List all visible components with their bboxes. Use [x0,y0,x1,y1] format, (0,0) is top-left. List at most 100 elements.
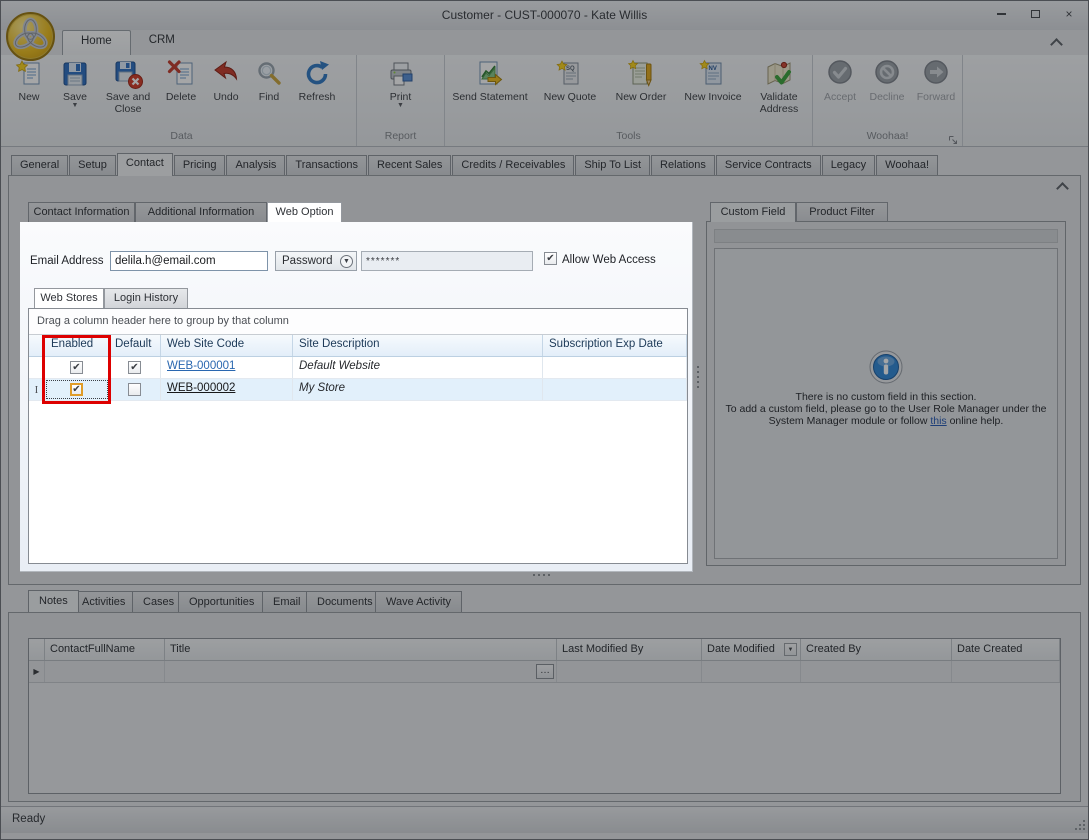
new-invoice-button[interactable]: NV New Invoice [677,58,749,131]
tab-notes[interactable]: Notes [28,590,79,612]
minimize-button[interactable] [994,8,1008,20]
enabled-cell-focused[interactable]: ✔ [45,379,109,400]
tab-ship-to-list[interactable]: Ship To List [575,155,651,176]
new-button[interactable]: New [7,58,51,131]
dialog-launcher-button[interactable] [948,133,959,144]
enabled-checkbox-focused[interactable]: ✔ [70,383,83,396]
save-button[interactable]: Save ▼ [51,58,99,131]
column-header-default[interactable]: Default [109,335,161,356]
forward-button[interactable]: Forward [911,58,961,131]
tab-service-contracts[interactable]: Service Contracts [715,155,821,176]
tab-product-filter[interactable]: Product Filter [796,202,888,222]
tab-contact-information[interactable]: Contact Information [28,202,135,222]
column-header-date-created[interactable]: Date Created [952,639,1060,660]
decline-button[interactable]: Decline [863,58,911,131]
new-order-button[interactable]: New Order [605,58,677,131]
tab-pricing[interactable]: Pricing [173,155,226,176]
tab-opportunities[interactable]: Opportunities [178,591,266,612]
app-logo[interactable] [6,12,55,61]
sort-dropdown-button[interactable]: ▼ [784,643,797,656]
delete-button[interactable]: Delete [157,58,205,131]
column-header-last-modified-by[interactable]: Last Modified By [557,639,702,660]
find-button[interactable]: Find [247,58,291,131]
column-header-web-site-code[interactable]: Web Site Code [161,335,293,356]
tab-web-stores[interactable]: Web Stores [34,288,104,308]
column-header-subscription-exp-date[interactable]: Subscription Exp Date [543,335,687,356]
web-stores-grid: Drag a column header here to group by th… [28,308,688,564]
print-dropdown-arrow[interactable]: ▼ [397,102,404,109]
validate-address-button[interactable]: Validate Address [749,58,809,131]
vertical-splitter[interactable] [697,366,699,388]
tab-analysis[interactable]: Analysis [226,155,286,176]
table-row[interactable]: ✔ ✔ WEB-000001 Default Website [29,357,687,379]
enabled-cell[interactable]: ✔ [45,357,109,378]
panel-collapse-button[interactable] [1056,182,1069,195]
password-input[interactable]: ******* [361,251,533,271]
column-header-site-description[interactable]: Site Description [293,335,543,356]
new-label: New [18,91,40,103]
default-checkbox[interactable] [128,383,141,396]
contactfullname-cell[interactable] [45,661,165,682]
ribbon-collapse-button[interactable] [1050,38,1063,51]
send-statement-button[interactable]: Send Statement [445,58,535,131]
send-statement-label: Send Statement [452,91,528,103]
save-dropdown-arrow[interactable]: ▼ [72,102,79,109]
date-modified-cell[interactable] [702,661,801,682]
close-button[interactable]: × [1062,7,1076,21]
default-cell[interactable] [109,379,161,400]
tab-woohaa[interactable]: Woohaa! [876,155,938,176]
restore-button[interactable] [1028,8,1042,20]
tab-activities[interactable]: Activities [71,591,137,612]
column-header-enabled[interactable]: Enabled [45,335,109,356]
tab-general[interactable]: General [11,155,69,176]
tab-contact[interactable]: Contact [116,153,173,176]
tab-legacy[interactable]: Legacy [821,155,876,176]
undo-button[interactable]: Undo [205,58,247,131]
created-by-cell[interactable] [801,661,952,682]
column-header-created-by[interactable]: Created By [801,639,952,660]
tab-recent-sales[interactable]: Recent Sales [367,155,452,176]
default-checkbox[interactable]: ✔ [128,361,141,374]
enabled-checkbox[interactable]: ✔ [70,361,83,374]
delete-icon [166,59,196,91]
tab-web-option[interactable]: Web Option [267,202,342,222]
accept-button[interactable]: Accept [817,58,863,131]
tab-setup[interactable]: Setup [69,155,116,176]
tab-email[interactable]: Email [262,591,312,612]
tab-credits-receivables[interactable]: Credits / Receivables [452,155,575,176]
last-modified-by-cell[interactable] [557,661,702,682]
print-button[interactable]: Print ▼ [376,58,426,131]
date-created-cell[interactable] [952,661,1060,682]
password-type-dropdown[interactable]: Password ▼ [275,251,357,271]
tab-transactions[interactable]: Transactions [286,155,367,176]
table-row-selected[interactable]: I ✔ WEB-000002 My Store [29,379,687,401]
tab-documents[interactable]: Documents [306,591,384,612]
tab-additional-information[interactable]: Additional Information [135,202,267,222]
dot [697,386,699,388]
tab-wave-activity[interactable]: Wave Activity [375,591,462,612]
ribbon-tab-home[interactable]: Home [62,30,131,55]
new-quote-button[interactable]: SQ New Quote [535,58,605,131]
horizontal-splitter[interactable] [533,574,550,576]
ellipsis-button[interactable]: … [536,664,554,679]
tab-custom-field[interactable]: Custom Field [710,202,796,222]
save-and-close-button[interactable]: Save and Close [99,58,157,131]
tab-relations[interactable]: Relations [651,155,715,176]
email-address-input[interactable] [110,251,268,271]
tab-login-history[interactable]: Login History [104,288,188,308]
resize-grip[interactable] [1074,819,1085,830]
new-order-icon [626,59,656,91]
group-by-bar[interactable]: Drag a column header here to group by th… [29,309,687,335]
column-header-title[interactable]: Title [165,639,557,660]
default-cell[interactable]: ✔ [109,357,161,378]
notes-empty-row[interactable]: ▶ … [29,661,1060,683]
web-site-code-link[interactable]: WEB-000001 [167,360,235,372]
allow-web-access-checkbox[interactable]: ✔ [544,252,557,265]
refresh-button[interactable]: Refresh [291,58,343,131]
online-help-link[interactable]: this [930,415,946,427]
column-header-date-modified[interactable]: Date Modified ▼ [702,639,801,660]
web-site-code-link[interactable]: WEB-000002 [167,382,235,394]
column-header-contactfullname[interactable]: ContactFullName [45,639,165,660]
ribbon-tab-crm[interactable]: CRM [131,30,193,55]
title-cell[interactable]: … [165,661,557,682]
